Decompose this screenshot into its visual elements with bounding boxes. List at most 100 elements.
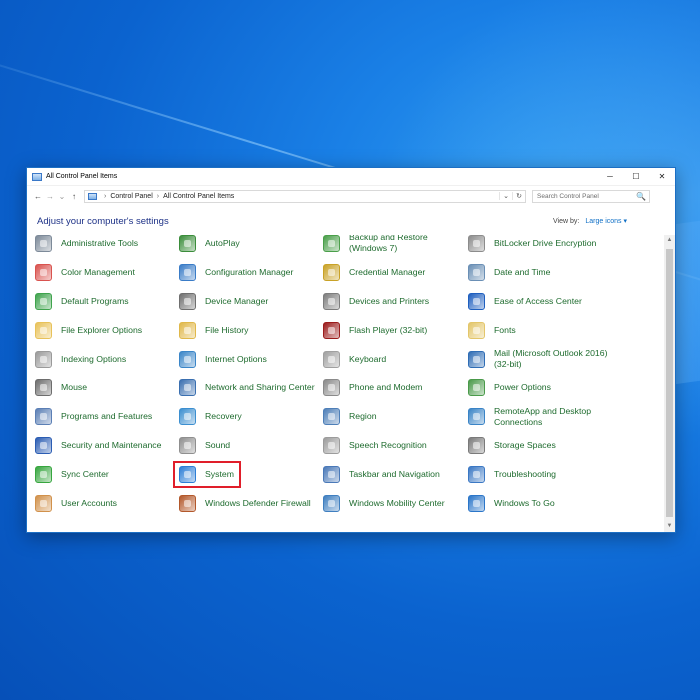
control-panel-item[interactable]: Power Options: [468, 373, 618, 402]
item-label[interactable]: Region: [349, 411, 377, 422]
item-label[interactable]: Administrative Tools: [61, 238, 138, 249]
breadcrumb-control-panel[interactable]: Control Panel: [110, 193, 152, 200]
control-panel-item[interactable]: Color Management: [35, 258, 179, 287]
control-panel-item[interactable]: Device Manager: [179, 287, 323, 316]
up-button[interactable]: ↑: [68, 192, 80, 201]
control-panel-item[interactable]: Storage Spaces: [468, 431, 618, 460]
control-panel-item[interactable]: Internet Options: [179, 345, 323, 374]
control-panel-item[interactable]: Taskbar and Navigation: [323, 460, 468, 489]
item-label[interactable]: Sound: [205, 440, 230, 451]
control-panel-item[interactable]: Fonts: [468, 316, 618, 345]
control-panel-item[interactable]: Flash Player (32-bit): [323, 316, 468, 345]
scroll-down-arrow[interactable]: ▼: [664, 521, 675, 532]
item-label[interactable]: Ease of Access Center: [494, 296, 582, 307]
item-label[interactable]: Sync Center: [61, 469, 109, 480]
control-panel-item[interactable]: BitLocker Drive Encryption: [468, 235, 618, 258]
item-label[interactable]: Keyboard: [349, 354, 386, 365]
control-panel-item[interactable]: Default Programs: [35, 287, 179, 316]
item-label[interactable]: Devices and Printers: [349, 296, 429, 307]
refresh-button[interactable]: ↻: [512, 192, 525, 200]
scroll-thumb[interactable]: [666, 249, 673, 517]
item-label[interactable]: Phone and Modem: [349, 382, 422, 393]
control-panel-item[interactable]: Administrative Tools: [35, 235, 179, 258]
minimize-button[interactable]: ─: [597, 168, 623, 185]
forward-button[interactable]: →: [44, 192, 56, 201]
item-label[interactable]: File Explorer Options: [61, 325, 142, 336]
item-label[interactable]: Mail (Microsoft Outlook 2016) (32-bit): [494, 348, 618, 370]
address-box[interactable]: › Control Panel › All Control Panel Item…: [84, 189, 526, 203]
item-label[interactable]: Date and Time: [494, 267, 551, 278]
back-button[interactable]: ←: [32, 192, 44, 201]
control-panel-item[interactable]: Date and Time: [468, 258, 618, 287]
item-label[interactable]: RemoteApp and Desktop Connections: [494, 406, 618, 428]
control-panel-item[interactable]: AutoPlay: [179, 235, 323, 258]
item-label[interactable]: Credential Manager: [349, 267, 425, 278]
control-panel-item[interactable]: Network and Sharing Center: [179, 373, 323, 402]
item-label[interactable]: Windows Defender Firewall: [205, 498, 311, 509]
address-dropdown-button[interactable]: ⌄: [499, 192, 512, 200]
item-label[interactable]: Security and Maintenance: [61, 440, 161, 451]
control-panel-item[interactable]: Credential Manager: [323, 258, 468, 287]
item-label[interactable]: Internet Options: [205, 354, 267, 365]
control-panel-item[interactable]: Configuration Manager: [179, 258, 323, 287]
item-label[interactable]: Mouse: [61, 382, 87, 393]
control-panel-item[interactable]: File Explorer Options: [35, 316, 179, 345]
control-panel-item[interactable]: Sync Center: [35, 460, 179, 489]
control-panel-item[interactable]: Windows Defender Firewall: [179, 489, 323, 518]
control-panel-item[interactable]: Indexing Options: [35, 345, 179, 374]
control-panel-item[interactable]: Devices and Printers: [323, 287, 468, 316]
item-label[interactable]: Fonts: [494, 325, 516, 336]
control-panel-item[interactable]: Speech Recognition: [323, 431, 468, 460]
item-label[interactable]: Troubleshooting: [494, 469, 556, 480]
item-label[interactable]: Flash Player (32-bit): [349, 325, 427, 336]
search-icon[interactable]: 🔍: [636, 192, 646, 201]
control-panel-item[interactable]: Backup and Restore (Windows 7): [323, 235, 468, 258]
control-panel-item[interactable]: System: [173, 461, 241, 489]
control-panel-item[interactable]: Region: [323, 402, 468, 431]
item-label[interactable]: Programs and Features: [61, 411, 152, 422]
item-label[interactable]: User Accounts: [61, 498, 117, 509]
control-panel-item[interactable]: Troubleshooting: [468, 460, 618, 489]
item-label[interactable]: AutoPlay: [205, 238, 240, 249]
item-label[interactable]: Power Options: [494, 382, 551, 393]
item-label[interactable]: File History: [205, 325, 248, 336]
control-panel-item[interactable]: Ease of Access Center: [468, 287, 618, 316]
maximize-button[interactable]: ☐: [623, 168, 649, 185]
control-panel-item[interactable]: Mail (Microsoft Outlook 2016) (32-bit): [468, 345, 618, 374]
item-label[interactable]: Speech Recognition: [349, 440, 427, 451]
recent-locations-button[interactable]: ⌄: [56, 192, 68, 201]
item-label[interactable]: Taskbar and Navigation: [349, 469, 440, 480]
item-label[interactable]: Recovery: [205, 411, 242, 422]
control-panel-item[interactable]: Keyboard: [323, 345, 468, 374]
scroll-up-arrow[interactable]: ▲: [664, 235, 675, 246]
control-panel-item[interactable]: RemoteApp and Desktop Connections: [468, 402, 618, 431]
vertical-scrollbar[interactable]: ▲ ▼: [664, 235, 675, 532]
search-input[interactable]: Search Control Panel 🔍: [532, 189, 650, 203]
control-panel-item[interactable]: File History: [179, 316, 323, 345]
control-panel-item[interactable]: Recovery: [179, 402, 323, 431]
control-panel-item[interactable]: Programs and Features: [35, 402, 179, 431]
item-label[interactable]: Default Programs: [61, 296, 129, 307]
control-panel-item[interactable]: Windows Mobility Center: [323, 489, 468, 518]
item-label[interactable]: Indexing Options: [61, 354, 126, 365]
breadcrumb-all-items[interactable]: All Control Panel Items: [163, 193, 234, 200]
control-panel-item[interactable]: Mouse: [35, 373, 179, 402]
item-label[interactable]: Backup and Restore (Windows 7): [349, 235, 468, 254]
control-panel-item[interactable]: Windows To Go: [468, 489, 618, 518]
item-label[interactable]: Storage Spaces: [494, 440, 556, 451]
close-button[interactable]: ✕: [649, 168, 675, 185]
item-label[interactable]: BitLocker Drive Encryption: [494, 238, 596, 249]
item-label[interactable]: Windows To Go: [494, 498, 555, 509]
item-label[interactable]: Device Manager: [205, 296, 268, 307]
control-panel-item[interactable]: Security and Maintenance: [35, 431, 179, 460]
item-label[interactable]: Network and Sharing Center: [205, 382, 315, 393]
control-panel-item[interactable]: User Accounts: [35, 489, 179, 518]
title-bar[interactable]: All Control Panel Items ─ ☐ ✕: [27, 168, 675, 186]
view-by-dropdown[interactable]: Large icons ▾: [585, 217, 627, 225]
control-panel-item[interactable]: Phone and Modem: [323, 373, 468, 402]
item-label[interactable]: Color Management: [61, 267, 135, 278]
item-label[interactable]: Configuration Manager: [205, 267, 293, 278]
control-panel-item[interactable]: Sound: [179, 431, 323, 460]
item-label[interactable]: Windows Mobility Center: [349, 498, 445, 509]
item-label[interactable]: System: [205, 469, 234, 480]
